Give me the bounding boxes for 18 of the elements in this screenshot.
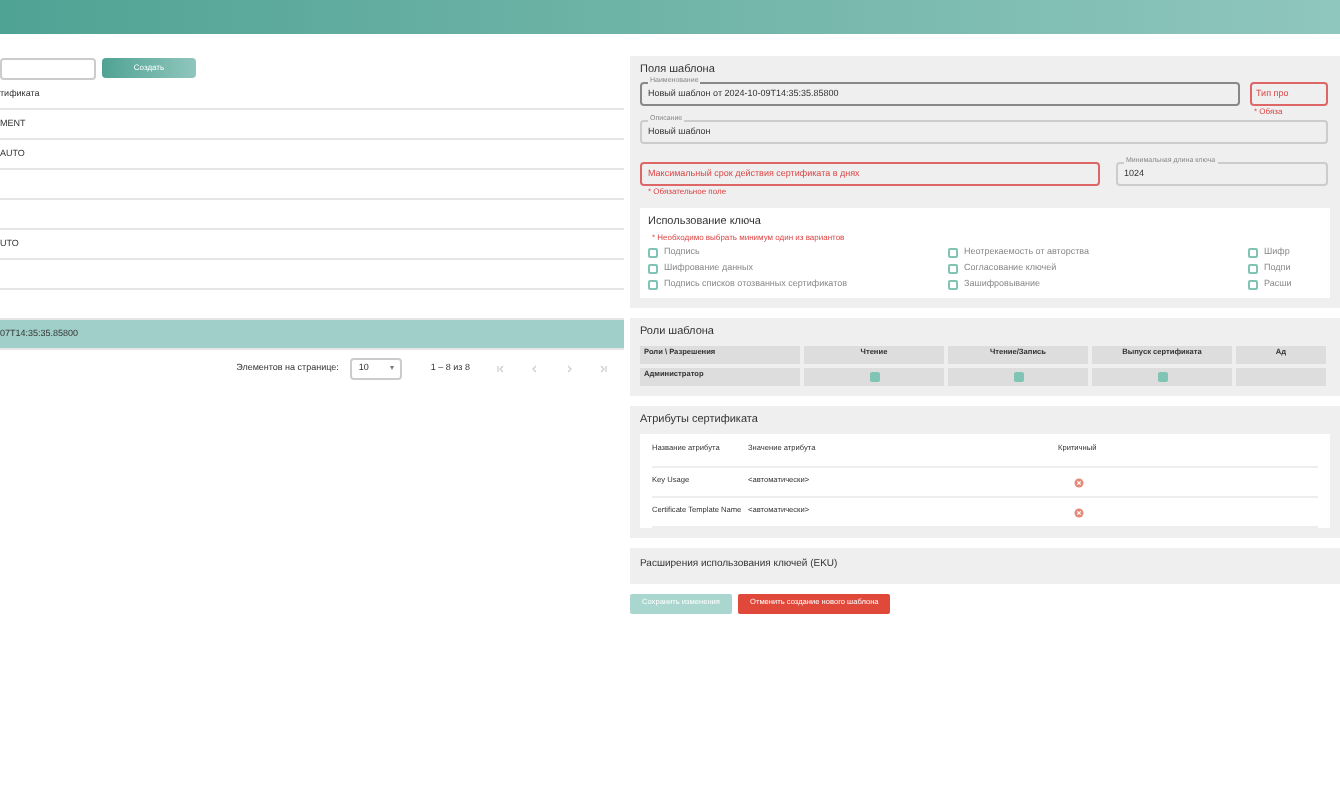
checkbox[interactable]: [1157, 371, 1167, 382]
checkbox[interactable]: [648, 248, 658, 258]
checkbox[interactable]: [948, 280, 958, 290]
last-page-icon[interactable]: [598, 363, 608, 373]
checkbox[interactable]: [948, 248, 958, 258]
first-page-icon[interactable]: [496, 363, 506, 373]
checkbox[interactable]: [1248, 264, 1258, 274]
next-page-icon[interactable]: [564, 363, 574, 373]
checkbox[interactable]: [648, 264, 658, 274]
previous-page-icon[interactable]: [530, 363, 540, 373]
caret-icon: [390, 366, 395, 370]
checkbox[interactable]: [948, 264, 958, 274]
checkbox[interactable]: [648, 280, 658, 290]
checkbox[interactable]: [1013, 371, 1023, 382]
search-field[interactable]: [0, 57, 96, 79]
checkbox[interactable]: [1248, 248, 1258, 258]
checkbox[interactable]: [1248, 280, 1258, 290]
checkbox[interactable]: [869, 371, 879, 382]
